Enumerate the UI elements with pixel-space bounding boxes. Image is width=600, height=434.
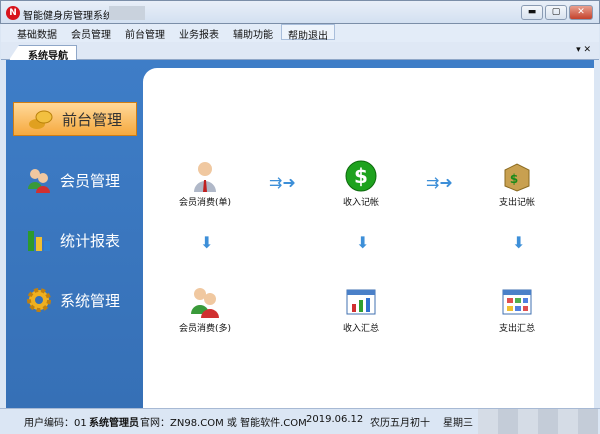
users-icon [191,288,219,318]
blurred-region [478,409,598,434]
operator: 系统管理员 [89,418,139,429]
arrow-down-icon: ⬇ [200,233,214,252]
gear-icon [27,288,51,312]
menu-help-exit[interactable]: 帮助退出 [281,24,335,42]
arrow-right-icon: ⇉➜ [426,173,453,192]
member-consume-single[interactable]: 会员消费(单) [165,160,245,208]
member-consume-multi[interactable]: 会员消费(多) [165,286,245,334]
arrow-down-icon: ⬇ [512,233,526,252]
menu-member[interactable]: 会员管理 [65,24,117,41]
coins-icon [29,110,53,129]
svg-text:$: $ [354,164,368,188]
app-logo-icon: N [6,6,20,20]
table-window-icon [502,289,532,315]
maximize-button[interactable]: ▢ [545,5,567,20]
expense-summary[interactable]: 支出汇总 [477,286,557,334]
menu-reports[interactable]: 业务报表 [173,24,225,41]
user-code: 用户编码：01 [24,418,87,429]
tab-controls[interactable]: ▾ ✕ [576,45,591,55]
menu-bar: 基础数据 会员管理 前台管理 业务报表 辅助功能 帮助退出 [1,24,599,42]
chart-window-icon [346,289,376,315]
status-bar: 用户编码：01 系统管理员 官网：ZN98.COM 或 智能软件.COM 201… [0,408,600,434]
arrow-right-icon: ⇉➜ [269,173,296,192]
expense-record[interactable]: $ 支出记帐 [477,160,557,208]
income-summary[interactable]: 收入汇总 [321,286,401,334]
close-button[interactable]: ✕ [569,5,593,20]
dollar-icon: $ [345,160,377,192]
nav-member[interactable]: 会员管理 [6,155,143,205]
nav-label: 系统管理 [60,291,121,310]
arrow-down-icon: ⬇ [356,233,370,252]
menu-front-desk[interactable]: 前台管理 [119,24,171,41]
money-box-icon: $ [504,163,530,192]
svg-text:$: $ [510,172,518,186]
lunar-date: 农历五月初十 [370,418,430,429]
income-record[interactable]: $ 收入记帐 [321,160,401,208]
user-icon [194,162,216,192]
users-icon [28,169,50,193]
window-title: 智能健身房管理系统 [23,11,113,22]
title-bar: N 智能健身房管理系统 ▬ ▢ ✕ [0,0,600,24]
weekday: 星期三 [443,418,473,429]
nav-label: 会员管理 [60,171,121,190]
website: 官网：ZN98.COM 或 智能软件.COM [140,418,307,429]
nav-label: 统计报表 [60,231,121,250]
nav-reports[interactable]: 统计报表 [6,215,143,265]
menu-tools[interactable]: 辅助功能 [227,24,279,41]
bar-chart-icon [28,231,50,251]
tab-strip: 系统导航 ▾ ✕ [1,42,599,60]
content-area: 前台管理 会员管理 统计报表 系统管理 会员消费(单) ⇉➜ $ 收入记帐 ⇉➜… [6,60,594,408]
nav-system[interactable]: 系统管理 [6,275,143,325]
blurred-region [109,6,145,20]
nav-label: 前台管理 [62,110,123,129]
menu-basic-data[interactable]: 基础数据 [11,24,63,41]
nav-front-desk[interactable]: 前台管理 [13,102,137,136]
navigation-canvas: 会员消费(单) ⇉➜ $ 收入记帐 ⇉➜ $ 支出记帐 ⬇ ⬇ ⬇ 会员消费(多… [143,68,594,408]
tab-system-nav[interactable]: 系统导航 [9,45,77,60]
minimize-button[interactable]: ▬ [521,5,543,20]
date: 2019.06.12 [306,414,364,425]
